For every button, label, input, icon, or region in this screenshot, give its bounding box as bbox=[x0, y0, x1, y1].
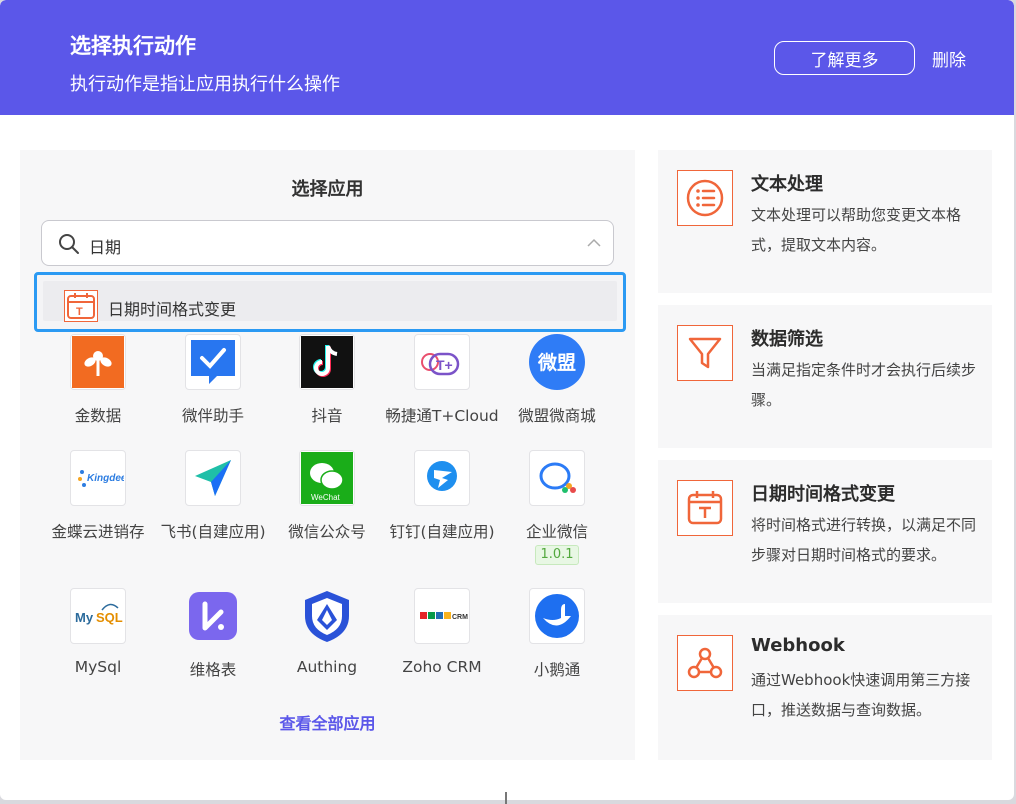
app-name: 企业微信 bbox=[525, 523, 588, 541]
app-search-input[interactable]: 日期 bbox=[41, 220, 614, 266]
card-description: 通过Webhook快速调用第三方接口，推送数据与查询数据。 bbox=[751, 671, 971, 719]
chevron-up-icon[interactable] bbox=[587, 238, 601, 248]
filter-icon bbox=[677, 325, 733, 381]
card-description: 文本处理可以帮助您变更文本格式，提取文本内容。 bbox=[751, 206, 962, 254]
action-card-webhook[interactable]: Webhook 通过Webhook快速调用第三方接口，推送数据与查询数据。 bbox=[658, 615, 992, 760]
modal-header: 选择执行动作 执行动作是指让应用执行什么操作 了解更多 删除 bbox=[0, 0, 1014, 115]
svg-text:My: My bbox=[75, 610, 94, 625]
xiaoe-icon bbox=[529, 588, 585, 644]
search-value: 日期 bbox=[89, 238, 122, 257]
card-title: Webhook bbox=[751, 635, 845, 656]
card-title: 数据筛选 bbox=[751, 329, 823, 350]
action-card-datetime-format[interactable]: 日期时间格式变更 将时间格式进行转换，以满足不同步骤对日期时间格式的要求。 bbox=[658, 460, 992, 603]
view-all-apps-link[interactable]: 查看全部应用 bbox=[20, 710, 635, 734]
modal-title: 选择执行动作 bbox=[70, 34, 196, 58]
svg-text:SQL: SQL bbox=[96, 610, 123, 625]
version-badge: 1.0.1 bbox=[535, 545, 579, 565]
app-selection-panel: 选择应用 日期 金数据 微伴助手 抖音 T+ 畅捷通T+Cloud 微盟 微盟微… bbox=[20, 150, 635, 760]
svg-text:T+: T+ bbox=[436, 357, 453, 373]
app-name: 微盟微商城 bbox=[518, 407, 596, 425]
action-card-data-filter[interactable]: 数据筛选 当满足指定条件时才会执行后续步骤。 bbox=[658, 305, 992, 448]
vika-icon bbox=[185, 588, 241, 644]
divider bbox=[505, 792, 507, 804]
feishu-icon bbox=[185, 450, 241, 506]
zoho-crm-icon: CRM bbox=[414, 588, 470, 644]
card-description: 将时间格式进行转换，以满足不同步骤对日期时间格式的要求。 bbox=[751, 516, 977, 564]
mysql-icon: My SQL bbox=[70, 588, 126, 644]
text-list-icon bbox=[677, 170, 733, 226]
app-name: 小鹅通 bbox=[533, 661, 581, 679]
webhook-icon bbox=[677, 635, 733, 691]
panel-title: 选择应用 bbox=[291, 179, 364, 200]
svg-text:微盟: 微盟 bbox=[537, 351, 576, 374]
kingdee-icon: Kingdee bbox=[70, 450, 126, 506]
jinshuju-icon bbox=[70, 334, 126, 390]
card-description: 当满足指定条件时才会执行后续步骤。 bbox=[751, 361, 977, 409]
wechat-icon: WeChat bbox=[299, 450, 355, 506]
weimob-icon: 微盟 bbox=[529, 334, 585, 390]
dingtalk-icon bbox=[414, 450, 470, 506]
svg-text:WeChat: WeChat bbox=[311, 493, 341, 502]
authing-icon bbox=[299, 588, 355, 644]
card-title: 文本处理 bbox=[751, 174, 823, 195]
action-selection-modal: 选择执行动作 执行动作是指让应用执行什么操作 了解更多 删除 选择应用 日期 金… bbox=[0, 0, 1014, 800]
search-icon bbox=[59, 234, 79, 254]
weiban-icon bbox=[185, 334, 241, 390]
svg-text:Kingdee: Kingdee bbox=[87, 473, 124, 484]
action-card-text-processing[interactable]: 文本处理 文本处理可以帮助您变更文本格式，提取文本内容。 bbox=[658, 150, 992, 293]
calendar-icon: T bbox=[64, 290, 98, 322]
svg-text:T: T bbox=[76, 306, 83, 318]
modal-subtitle: 执行动作是指让应用执行什么操作 bbox=[70, 74, 340, 95]
calendar-icon bbox=[677, 480, 733, 536]
chanjet-icon: T+ bbox=[414, 334, 470, 390]
delete-button[interactable]: 删除 bbox=[932, 46, 966, 71]
suggestion-label: 日期时间格式变更 bbox=[108, 300, 237, 319]
learn-more-button[interactable]: 了解更多 bbox=[774, 41, 915, 75]
wecom-icon bbox=[529, 450, 585, 506]
card-title: 日期时间格式变更 bbox=[751, 484, 895, 505]
svg-text:CRM: CRM bbox=[452, 614, 468, 621]
douyin-icon bbox=[299, 334, 355, 390]
